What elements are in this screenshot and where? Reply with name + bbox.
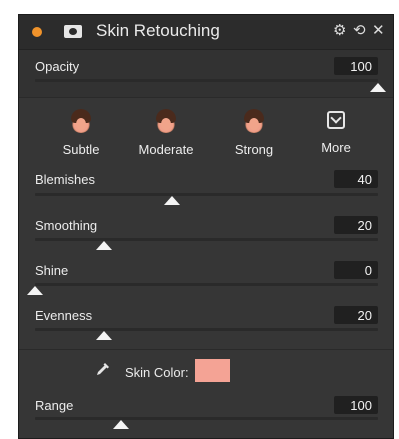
reset-icon[interactable]: ⟲ [353,21,366,39]
chevron-down-box-icon [327,111,345,129]
face-icon [243,109,265,133]
slider-thumb[interactable] [95,331,112,340]
divider [19,349,393,350]
slider-thumb[interactable] [27,286,43,295]
range-thumb[interactable] [112,420,129,429]
preset-label: More [321,140,351,155]
preset-more[interactable]: More [301,111,371,155]
status-dot[interactable] [32,27,42,37]
slider-label: Smoothing [35,218,98,233]
slider-value[interactable]: 40 [334,170,378,188]
panel-title: Skin Retouching [96,21,220,40]
opacity-value[interactable]: 100 [334,57,378,75]
slider-track[interactable] [35,193,378,196]
mask-icon[interactable] [64,25,82,38]
preset-subtle[interactable]: Subtle [46,109,116,157]
preset-label: Strong [234,142,274,157]
skin-color-label: Skin Color: [125,365,189,380]
slider-label: Blemishes [35,172,95,187]
opacity-label: Opacity [35,59,80,74]
range-value[interactable]: 100 [334,396,378,414]
slider-thumb[interactable] [164,196,181,205]
close-icon[interactable]: ✕ [372,21,385,39]
slider-track[interactable] [35,238,378,241]
slider-value[interactable]: 20 [334,306,378,324]
skin-retouching-panel: Skin Retouching ⚙ ⟲ ✕ Opacity 100 Subtle… [18,14,394,439]
preset-moderate[interactable]: Moderate [131,109,201,157]
panel-header: Skin Retouching ⚙ ⟲ ✕ [19,15,393,50]
slider-thumb[interactable] [95,241,112,250]
range-track[interactable] [35,417,378,420]
skin-color-swatch[interactable] [195,359,230,382]
slider-value[interactable]: 0 [334,261,378,279]
preset-strong[interactable]: Strong [219,109,289,157]
slider-label: Evenness [35,308,93,323]
face-icon [70,109,92,133]
preset-label: Moderate [138,142,194,157]
range-section: Range 100 [19,389,393,438]
slider-label: Shine [35,263,69,278]
slider-value[interactable]: 20 [334,216,378,234]
face-icon [155,109,177,133]
slider-track[interactable] [35,283,378,286]
slider-track[interactable] [35,328,378,331]
opacity-track[interactable] [35,79,378,82]
range-label: Range [35,398,74,413]
eyedropper-icon[interactable] [95,361,111,377]
opacity-thumb[interactable] [370,83,386,92]
gear-icon[interactable]: ⚙ [333,21,346,39]
adjustments-section: Blemishes 40 Smoothing 20 Shine 0 Evenne… [19,169,393,349]
preset-label: Subtle [62,142,100,157]
opacity-section: Opacity 100 [19,50,393,98]
